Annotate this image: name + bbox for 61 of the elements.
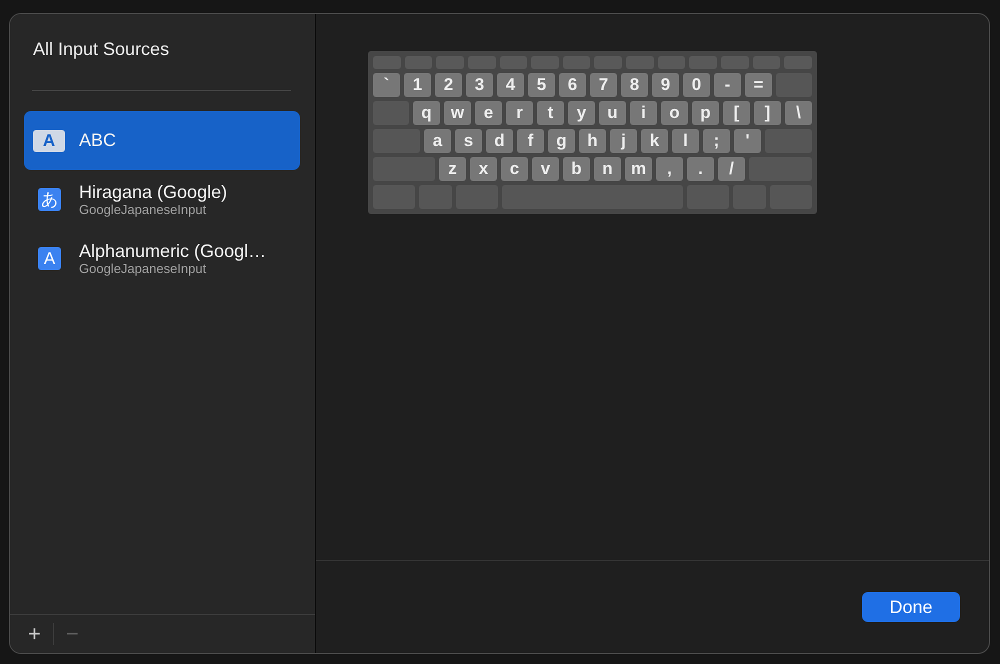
key-label: . xyxy=(687,157,714,181)
input-source-item[interactable]: A ABC xyxy=(24,111,300,170)
key-label: 4 xyxy=(497,73,524,97)
input-source-icon: あ xyxy=(38,188,61,211)
key-label: m xyxy=(625,157,652,181)
key-label: q xyxy=(413,101,440,125)
key-label: a xyxy=(424,129,451,153)
key-label: u xyxy=(599,101,626,125)
key-label: n xyxy=(594,157,621,181)
key-label: ' xyxy=(734,129,761,153)
key-label: r xyxy=(506,101,533,125)
key-label: y xyxy=(568,101,595,125)
input-source-name: Alphanumeric (Googl… xyxy=(79,241,266,262)
key-label: 8 xyxy=(621,73,648,97)
key-label: c xyxy=(501,157,528,181)
key-label: b xyxy=(563,157,590,181)
key-label: 7 xyxy=(590,73,617,97)
key-label: s xyxy=(455,129,482,153)
key-label: e xyxy=(475,101,502,125)
key-label: x xyxy=(470,157,497,181)
key-label: - xyxy=(714,73,741,97)
key-label: \ xyxy=(785,101,812,125)
sidebar-title: All Input Sources xyxy=(32,38,170,60)
key-label: 5 xyxy=(528,73,555,97)
key-label: i xyxy=(630,101,657,125)
key-label: 9 xyxy=(652,73,679,97)
input-source-icon: A xyxy=(33,130,65,152)
key-label: / xyxy=(718,157,745,181)
key-label: 1 xyxy=(404,73,431,97)
key-label: p xyxy=(692,101,719,125)
key-label: g xyxy=(548,129,575,153)
key-label: ` xyxy=(373,73,400,97)
input-source-icon: A xyxy=(38,247,61,270)
input-source-item[interactable]: あ Hiragana (Google) GoogleJapaneseInput xyxy=(24,170,300,229)
key-label: 6 xyxy=(559,73,586,97)
input-source-item[interactable]: A Alphanumeric (Googl… GoogleJapaneseInput xyxy=(24,229,300,288)
key-label: f xyxy=(517,129,544,153)
key-label: v xyxy=(532,157,559,181)
key-label: = xyxy=(745,73,772,97)
key-label: h xyxy=(579,129,606,153)
key-label: l xyxy=(672,129,699,153)
key-label: w xyxy=(444,101,471,125)
add-button[interactable]: + xyxy=(22,621,47,647)
key-label: 0 xyxy=(683,73,710,97)
key-label: t xyxy=(537,101,564,125)
key-label: z xyxy=(439,157,466,181)
key-label: d xyxy=(486,129,513,153)
key-label: ] xyxy=(754,101,781,125)
key-label: j xyxy=(610,129,637,153)
key-label: 3 xyxy=(466,73,493,97)
key-label: [ xyxy=(723,101,750,125)
input-source-name: Hiragana (Google) xyxy=(79,182,228,203)
key-label: o xyxy=(661,101,688,125)
input-source-name: ABC xyxy=(79,130,116,151)
done-button[interactable]: Done xyxy=(862,592,960,622)
key-label: , xyxy=(656,157,683,181)
input-source-subtitle: GoogleJapaneseInput xyxy=(79,202,208,217)
key-label: 2 xyxy=(435,73,462,97)
key-label: ; xyxy=(703,129,730,153)
input-source-subtitle: GoogleJapaneseInput xyxy=(79,261,208,276)
key-label: k xyxy=(641,129,668,153)
